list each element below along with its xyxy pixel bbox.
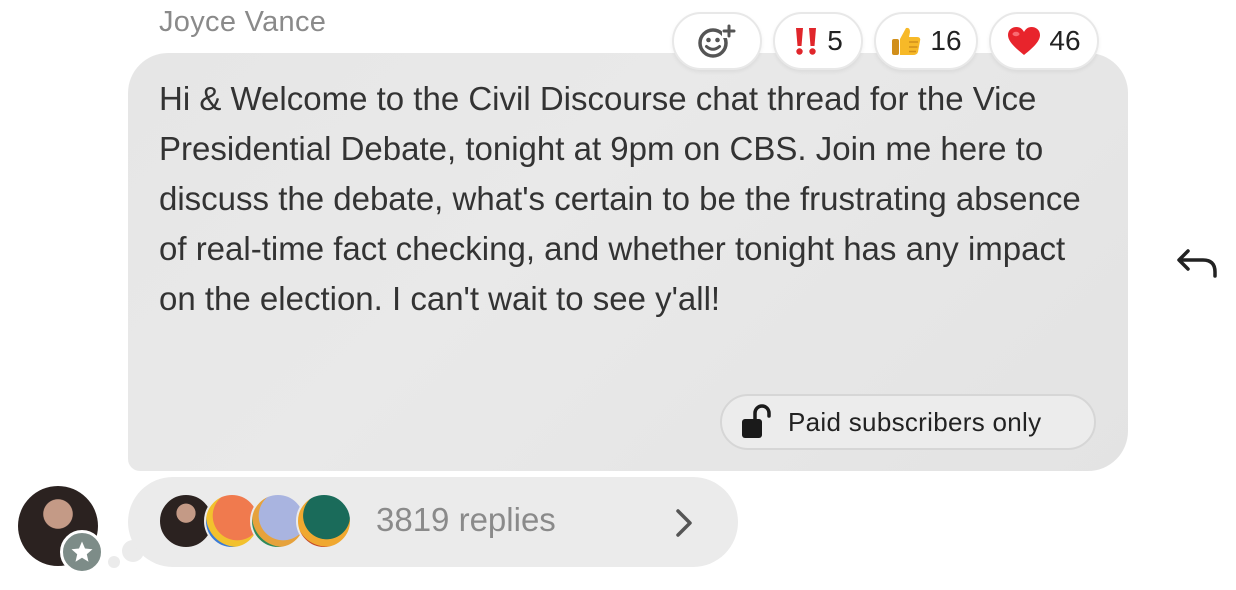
replies-button[interactable]: 3819 replies [128,477,738,567]
unlock-icon [742,404,771,438]
paid-subscribers-label: Paid subscribers only [788,406,1042,437]
paid-subscribers-badge: Paid subscribers only [720,394,1096,450]
star-icon [71,541,93,562]
reaction-thumbs-up[interactable]: 16 [874,12,978,70]
add-reaction-button[interactable] [672,12,762,70]
replies-count: 3819 replies [376,501,556,538]
chevron-right-icon [676,509,692,537]
star-badge [60,530,104,574]
reaction-thumbs-up-count: 16 [930,25,962,56]
bubble-tail-dot [108,556,120,568]
replier-avatar [296,493,352,549]
author-name[interactable]: Joyce Vance [159,6,326,39]
reaction-heart-count: 46 [1049,25,1081,56]
reaction-heart[interactable]: 46 [989,12,1099,70]
reaction-exclamation[interactable]: 5 [773,12,863,70]
thumbs-up-icon [892,27,921,55]
replier-avatars [158,493,358,551]
add-reaction-icon [698,24,736,58]
red-heart-icon [1008,27,1041,55]
reaction-bar: 5 16 46 [672,12,1099,70]
message-text: Hi & Welcome to the Civil Discourse chat… [159,80,1081,317]
double-exclamation-icon [796,28,817,55]
reply-arrow-icon[interactable] [1176,248,1218,278]
reaction-exclamation-count: 5 [827,25,843,56]
